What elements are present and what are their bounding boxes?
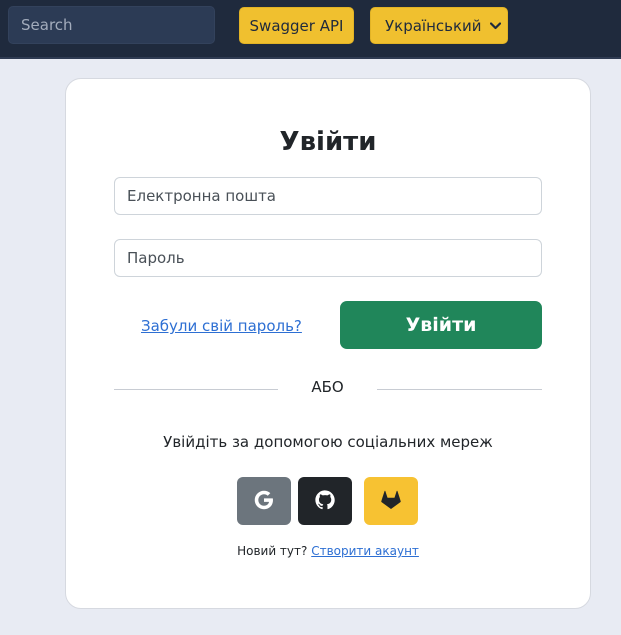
gitlab-login-button[interactable] <box>364 477 418 525</box>
divider-line-right <box>377 389 542 390</box>
swagger-api-button[interactable]: Swagger API <box>239 7 354 44</box>
github-login-button[interactable] <box>298 477 352 525</box>
login-submit-button[interactable]: Увійти <box>340 301 542 349</box>
search-input[interactable] <box>8 6 215 44</box>
github-icon <box>314 489 336 514</box>
google-login-button[interactable] <box>237 477 291 525</box>
chevron-down-icon <box>489 19 501 33</box>
signup-row: Новий тут? Створити акаунт <box>66 544 590 558</box>
divider-or-text: АБО <box>311 378 344 396</box>
create-account-link[interactable]: Створити акаунт <box>311 544 419 558</box>
language-select-value: Український <box>385 16 482 35</box>
gitlab-icon <box>380 489 402 514</box>
divider-line-left <box>114 389 278 390</box>
forgot-password-link[interactable]: Забули свій пароль? <box>141 317 302 335</box>
social-login-prompt: Увійдіть за допомогою соціальних мереж <box>163 433 493 451</box>
language-select[interactable]: Український <box>370 7 508 44</box>
new-here-text: Новий тут? <box>237 544 308 558</box>
password-field[interactable] <box>114 239 542 277</box>
top-navbar: Swagger API Український <box>0 0 621 59</box>
page-title: Увійти <box>279 127 377 157</box>
login-card: Увійти Забули свій пароль? Увійти АБО Ув… <box>65 78 591 609</box>
email-field[interactable] <box>114 177 542 215</box>
google-icon <box>253 489 275 514</box>
